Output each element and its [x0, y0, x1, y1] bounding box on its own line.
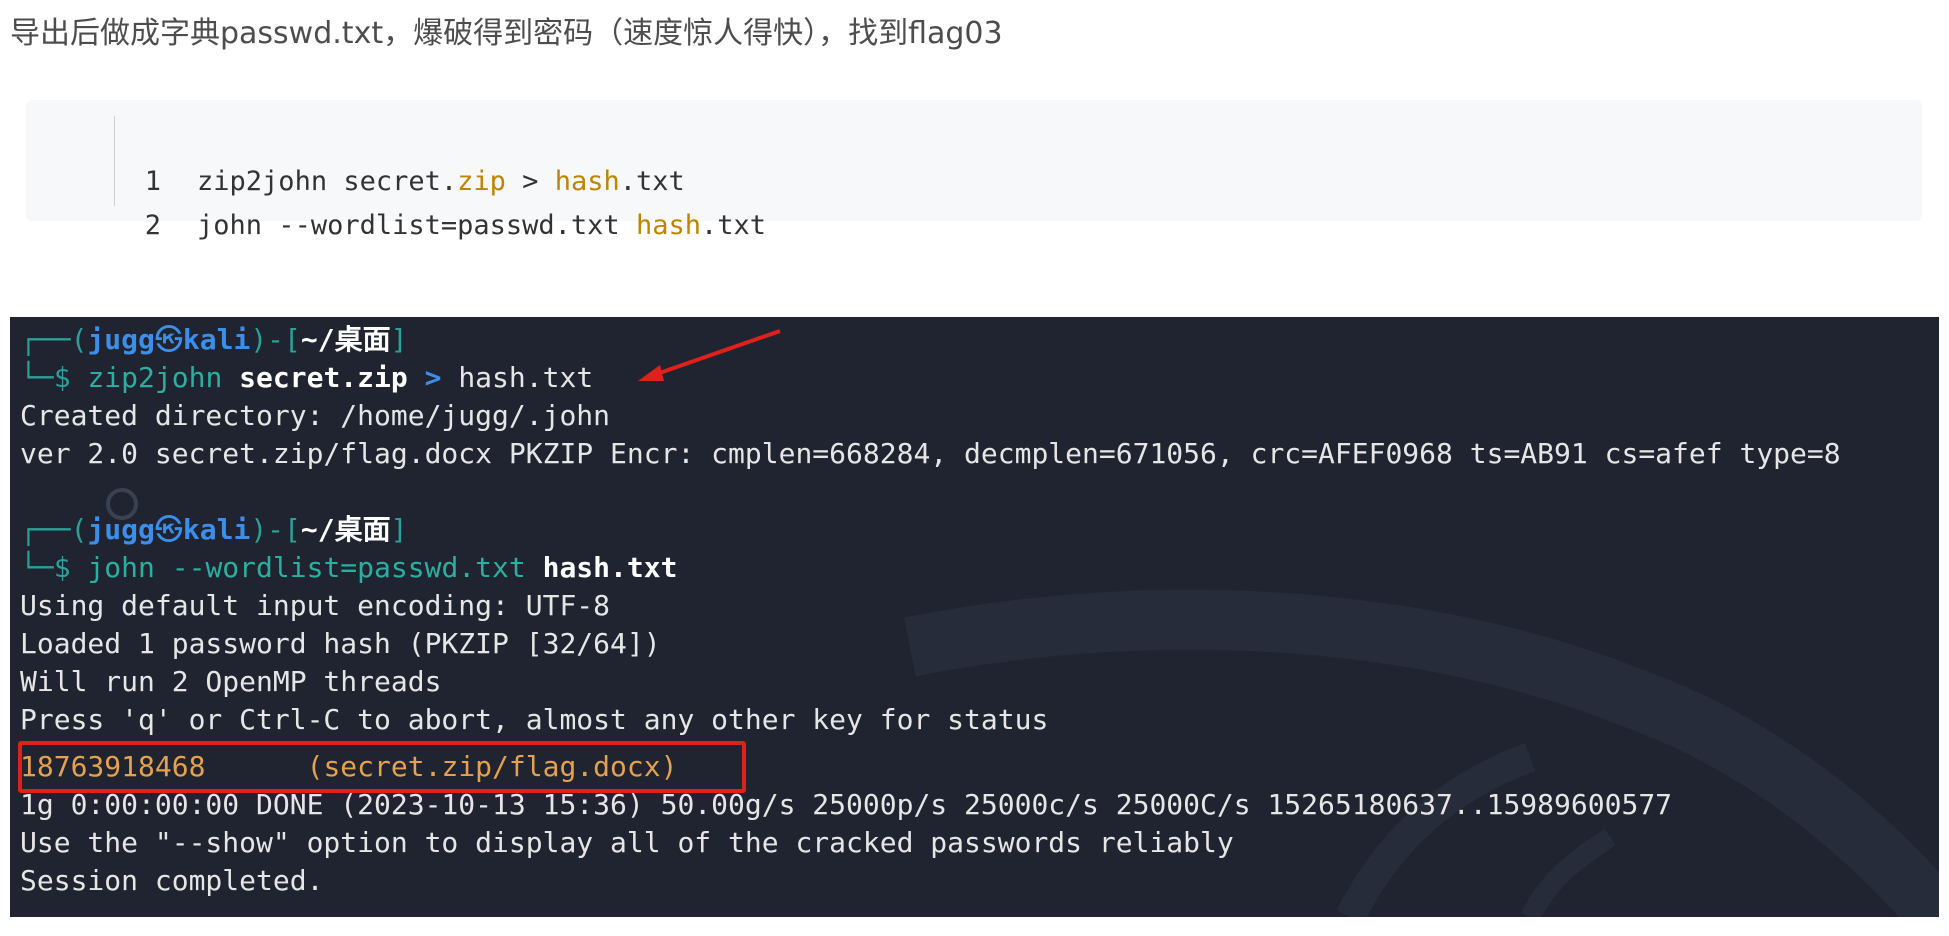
- output-line: Press 'q' or Ctrl-C to abort, almost any…: [20, 703, 1049, 736]
- intro-text: 导出后做成字典passwd.txt，爆破得到密码（速度惊人得快），找到flag0…: [10, 16, 1003, 51]
- output-line: Session completed.: [20, 864, 324, 897]
- command-line: └─$ john --wordlist=passwd.txt hash.txt: [20, 551, 678, 584]
- prompt-line: ┌──(jugg㉿kali)-[~/桌面]: [20, 323, 408, 356]
- code-line: 1 zip2john secret.zip > hash.txt: [26, 116, 1922, 197]
- output-line: ver 2.0 secret.zip/flag.docx PKZIP Encr:…: [20, 437, 1841, 470]
- code-line: 2 john --wordlist=passwd.txt hash.txt: [26, 160, 1922, 241]
- line-number: 2: [144, 210, 162, 241]
- output-line: Created directory: /home/jugg/.john: [20, 399, 611, 432]
- code-text: john --wordlist=passwd.txt hash.txt: [197, 210, 766, 241]
- output-line: Using default input encoding: UTF-8: [20, 589, 611, 622]
- terminal-screenshot: ┌──(jugg㉿kali)-[~/桌面] └─$ zip2john secre…: [10, 317, 1939, 917]
- prompt-line: ┌──(jugg㉿kali)-[~/桌面]: [20, 513, 408, 546]
- output-line: Will run 2 OpenMP threads: [20, 665, 442, 698]
- red-arrow-annotation: [638, 329, 781, 381]
- command-line: └─$ zip2john secret.zip > hash.txt: [20, 361, 594, 394]
- output-line: Loaded 1 password hash (PKZIP [32/64]): [20, 627, 661, 660]
- password-highlight-box: [18, 741, 746, 793]
- output-line: Use the "--show" option to display all o…: [20, 826, 1234, 859]
- code-block: 1 zip2john secret.zip > hash.txt 2 john --…: [26, 100, 1922, 241]
